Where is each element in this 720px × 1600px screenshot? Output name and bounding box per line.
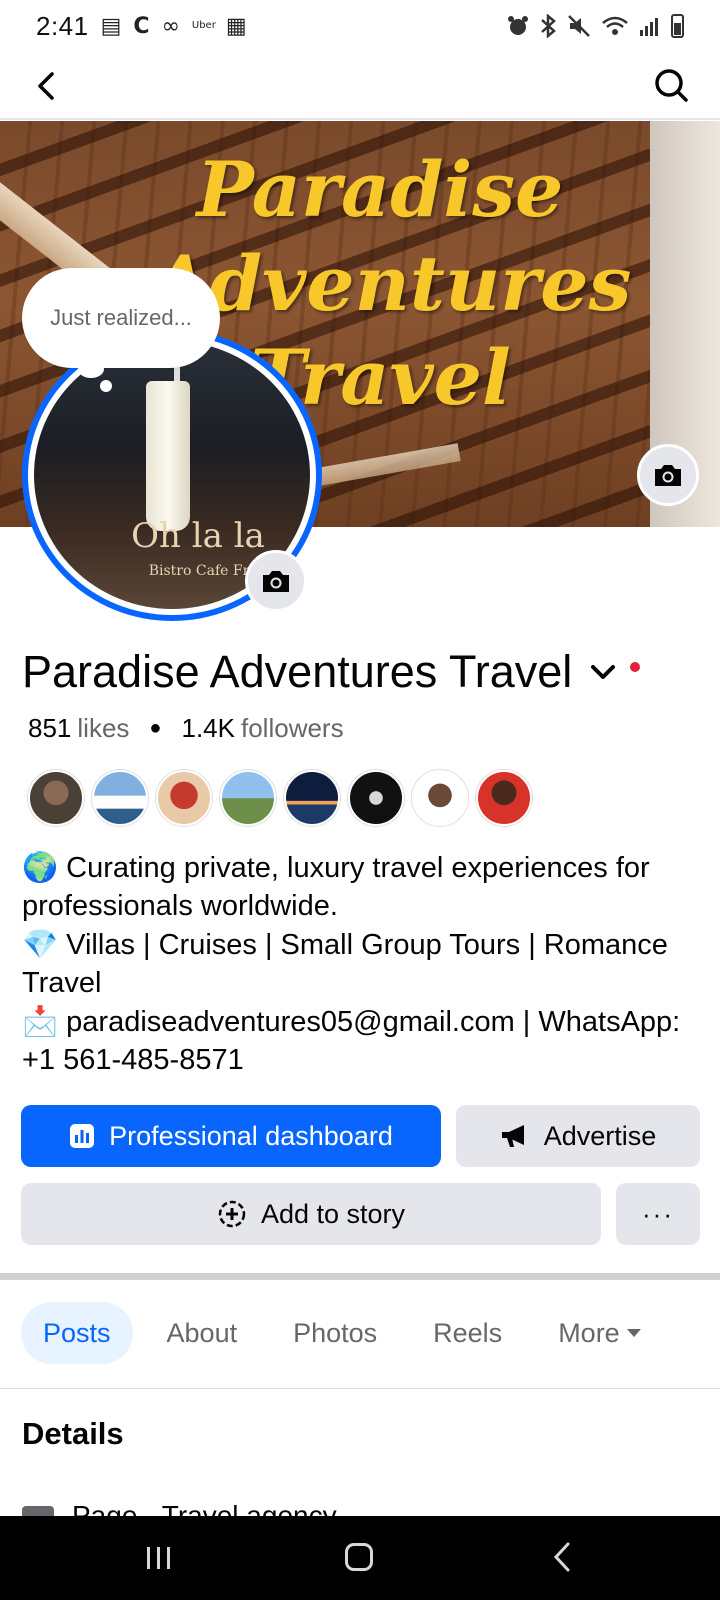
bio-text-2: Villas | Cruises | Small Group Tours | R… — [22, 929, 668, 999]
avatar[interactable] — [156, 770, 212, 826]
stats-separator: ● — [149, 717, 162, 739]
page-stats[interactable]: 851 likes ● 1.4K followers — [28, 713, 344, 744]
uber-icon: Uber — [191, 20, 216, 31]
section-divider — [0, 1273, 720, 1280]
page-name-text: Paradise Adventures Travel — [22, 646, 573, 697]
tab-about[interactable]: About — [139, 1302, 266, 1364]
add-to-story-label: Add to story — [260, 1198, 406, 1229]
professional-dashboard-label: Professional dashboard — [109, 1120, 393, 1151]
page-name[interactable]: Paradise Adventures Travel — [22, 646, 618, 698]
globe-icon: 🌍 — [22, 850, 59, 884]
chevron-down-icon[interactable] — [588, 657, 618, 687]
followers-count: 1.4K — [181, 713, 236, 743]
follower-avatars[interactable] — [28, 770, 532, 826]
alarm-icon — [508, 16, 528, 35]
photo-glass — [146, 381, 190, 531]
cover-camera-button[interactable] — [637, 444, 699, 506]
avatar[interactable] — [220, 770, 276, 826]
followers-label: followers — [241, 713, 344, 743]
status-time: 2:41 — [36, 10, 89, 41]
android-nav-bar — [0, 1516, 720, 1600]
search-icon[interactable] — [648, 62, 696, 110]
cover-beam — [300, 443, 461, 489]
thought-bubble-tail — [100, 380, 112, 392]
gallery-icon: ▦ — [225, 13, 247, 39]
voicemail-icon: ∞ — [161, 13, 180, 39]
notification-dot — [630, 662, 640, 672]
tab-more-label: More — [558, 1317, 620, 1348]
avatar[interactable] — [284, 770, 340, 826]
back-button-icon[interactable] — [552, 1542, 572, 1572]
thought-bubble-tail — [78, 360, 104, 378]
cover-title-line: Paradise — [196, 145, 564, 234]
status-left: 2:41 ▤ C ∞ Uber ▦ — [36, 11, 247, 42]
profile-tabs: Posts About Photos Reels More — [21, 1302, 711, 1364]
avatar[interactable] — [476, 770, 532, 826]
avatar[interactable] — [348, 770, 404, 826]
likes-count: 851 — [28, 713, 72, 743]
battery-icon — [671, 14, 684, 38]
bio-line-3: 📩 paradiseadventures05@gmail.com | Whats… — [22, 1002, 702, 1079]
back-arrow-icon[interactable] — [24, 62, 72, 110]
tab-more[interactable]: More — [530, 1302, 670, 1364]
top-nav — [0, 52, 720, 120]
avatar[interactable] — [412, 770, 468, 826]
advertise-label: Advertise — [543, 1120, 657, 1151]
gem-icon: 💎 — [22, 927, 59, 961]
bio-text-1: Curating private, luxury travel experien… — [22, 852, 650, 922]
avatar[interactable] — [28, 770, 84, 826]
mute-icon — [568, 15, 590, 37]
camera-icon — [263, 571, 289, 592]
dashboard-icon — [70, 1124, 95, 1148]
page-bio: 🌍 Curating private, luxury travel experi… — [22, 848, 702, 1079]
professional-dashboard-button[interactable]: Professional dashboard — [21, 1105, 441, 1167]
signal-icon — [640, 18, 658, 36]
recent-apps-icon[interactable] — [146, 1546, 172, 1570]
c-icon: C — [133, 13, 150, 39]
bag-icon: ▤ — [100, 13, 122, 39]
status-bar: 2:41 ▤ C ∞ Uber ▦ — [0, 0, 720, 52]
tab-reels[interactable]: Reels — [405, 1302, 530, 1364]
tabs-border — [0, 1388, 720, 1389]
tab-photos[interactable]: Photos — [265, 1302, 405, 1364]
add-to-story-button[interactable]: Add to story — [21, 1183, 601, 1245]
bio-line-2: 💎 Villas | Cruises | Small Group Tours |… — [22, 925, 702, 1002]
advertise-button[interactable]: Advertise — [456, 1105, 700, 1167]
wifi-icon — [602, 16, 628, 35]
camera-icon — [655, 465, 681, 486]
bio-text-3: paradiseadventures05@gmail.com | WhatsAp… — [22, 1006, 681, 1076]
bluetooth-icon — [541, 14, 556, 38]
status-right — [507, 14, 684, 38]
caret-down-icon — [626, 1329, 641, 1337]
home-button-icon[interactable] — [345, 1543, 373, 1571]
bio-line-1: 🌍 Curating private, luxury travel experi… — [22, 848, 702, 925]
profile-camera-button[interactable] — [245, 550, 307, 612]
inbox-tray-icon: 📩 — [22, 1004, 59, 1038]
more-options-button[interactable]: ··· — [616, 1183, 700, 1245]
more-dots-icon: ··· — [642, 1198, 674, 1229]
thought-bubble[interactable]: Just realized... — [22, 268, 220, 368]
add-story-icon — [218, 1200, 246, 1228]
tab-posts[interactable]: Posts — [21, 1302, 133, 1364]
megaphone-icon — [501, 1125, 524, 1147]
photo-sign: Oh la la — [131, 516, 265, 556]
details-title: Details — [22, 1416, 124, 1451]
likes-label: likes — [77, 713, 130, 743]
avatar[interactable] — [92, 770, 148, 826]
